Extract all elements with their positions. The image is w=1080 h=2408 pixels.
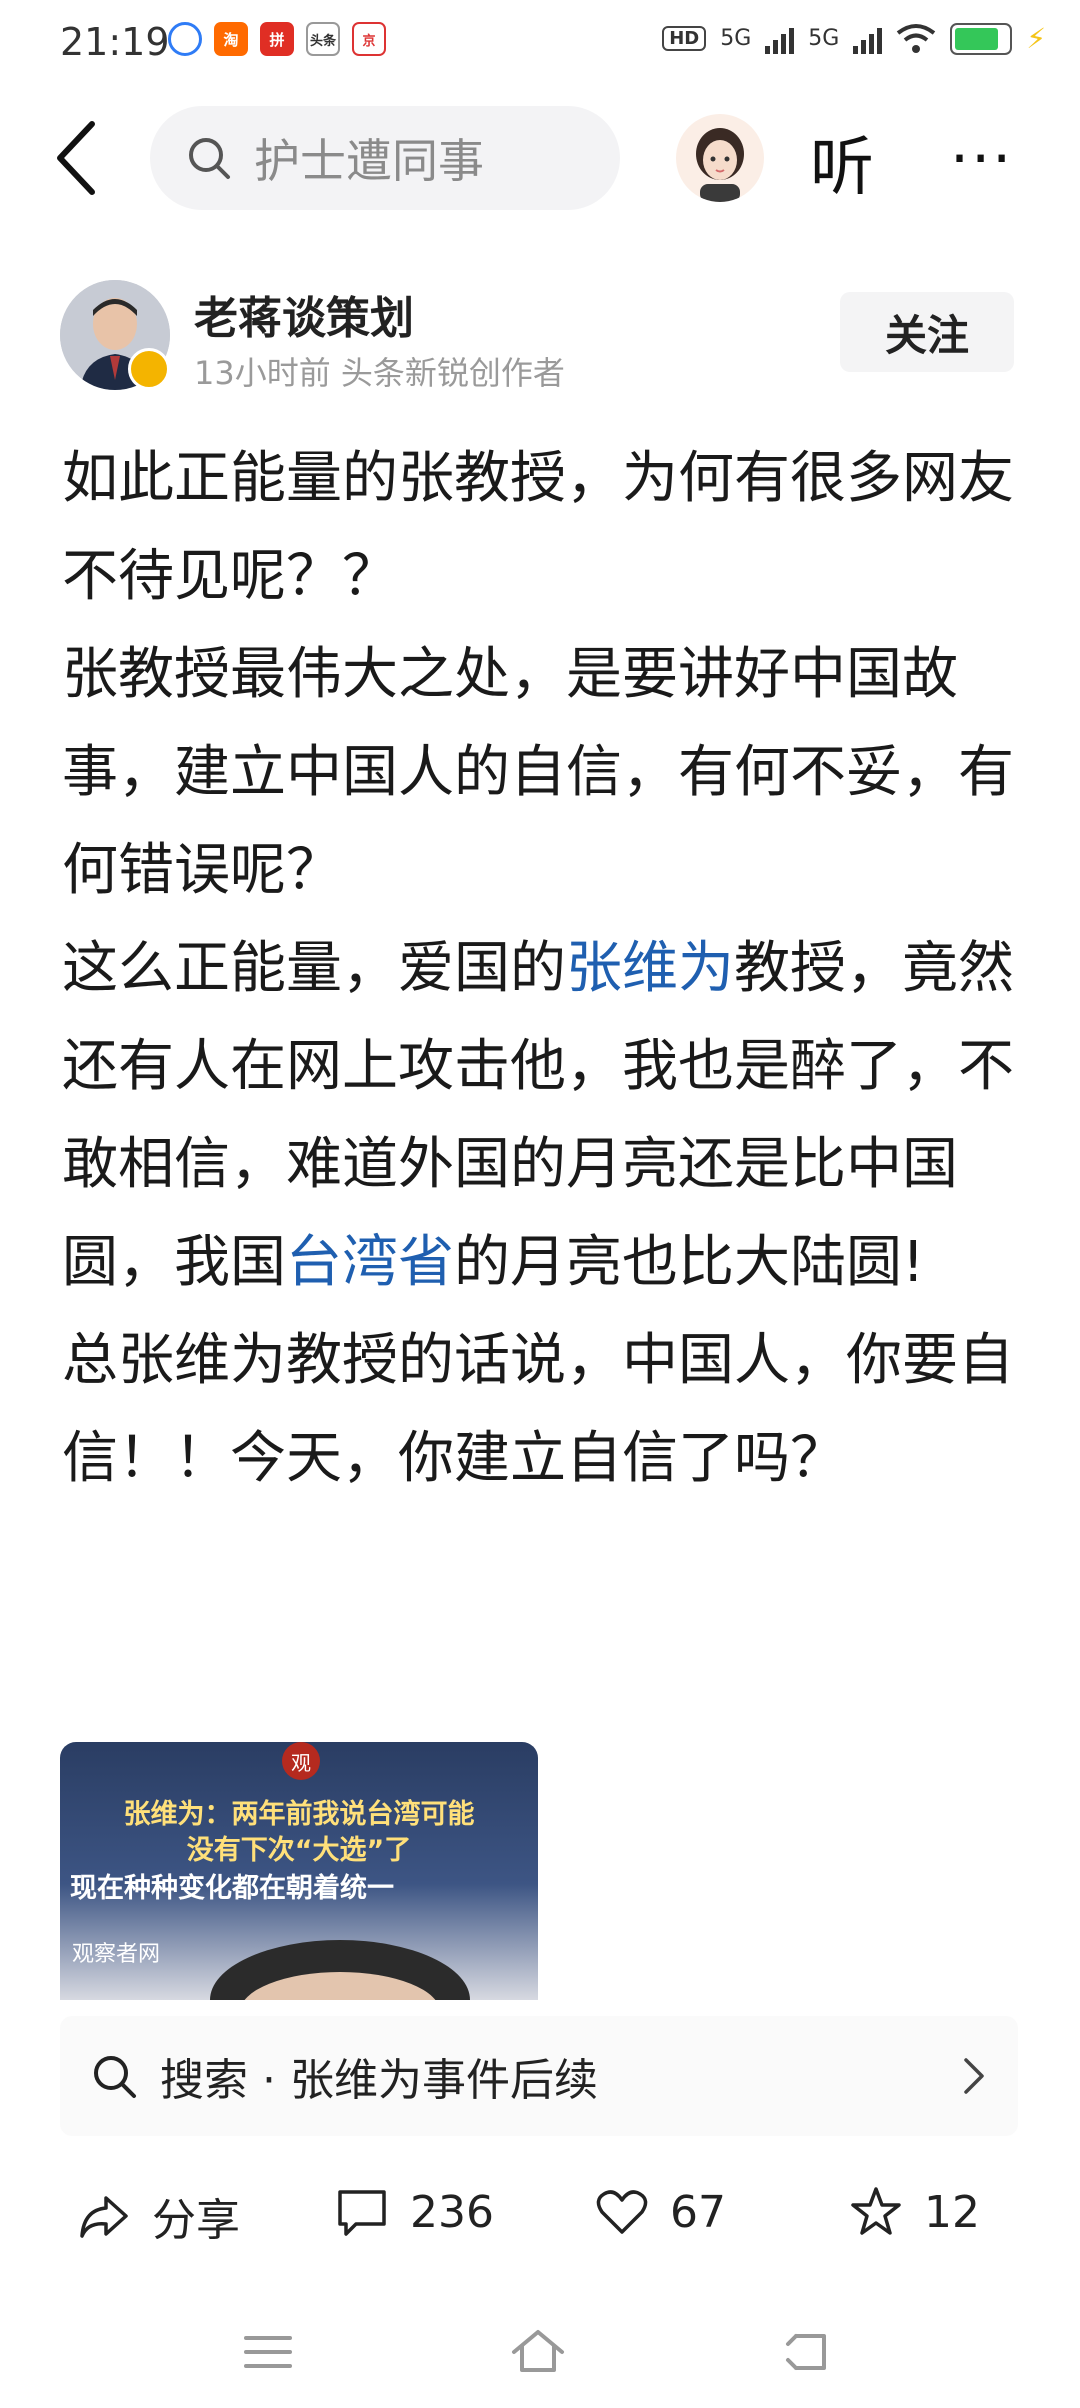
share-button[interactable]: 分享 <box>76 2184 240 2248</box>
signal-icon-2 <box>853 24 883 54</box>
share-icon <box>80 2196 128 2238</box>
comment-icon <box>338 2190 386 2236</box>
status-bar: 21:19 淘 拼 头条 京 HD 5G 5G ⚡ <box>0 0 1080 84</box>
home-icon[interactable] <box>508 2322 568 2382</box>
video-caption-line2: 没有下次“大选”了 <box>186 1835 412 1866</box>
video-source: 观察者网 <box>72 1942 161 1967</box>
net-label-1: 5G <box>720 26 752 51</box>
net-label-2: 5G <box>808 26 840 51</box>
notification-icons: 淘 拼 头条 京 <box>168 22 386 56</box>
browser-app-icon <box>168 22 202 56</box>
comment-button[interactable]: 236 <box>334 2184 494 2240</box>
star-icon <box>851 2187 901 2235</box>
back-arrow-icon <box>57 121 95 195</box>
chevron-right-icon <box>964 2058 984 2094</box>
search-icon <box>94 2056 136 2098</box>
favorite-count: 12 <box>924 2186 980 2238</box>
entity-link-zhangweiwei[interactable]: 张维为 <box>566 936 734 1001</box>
article-paragraph: 张教授最伟大之处，是要讲好中国故事，建立中国人的自信，有何不妥，有何错误呢？ <box>62 642 1014 903</box>
comment-count: 236 <box>410 2186 494 2238</box>
related-search[interactable]: 搜索 · 张维为事件后续 <box>60 2016 1018 2136</box>
favorite-button[interactable]: 12 <box>848 2184 980 2240</box>
heart-icon <box>596 2190 648 2234</box>
toutiao-app-icon: 头条 <box>306 22 340 56</box>
back-button[interactable] <box>48 118 118 198</box>
more-menu-button[interactable]: ··· <box>950 124 1013 194</box>
battery-icon <box>950 22 1013 55</box>
share-label: 分享 <box>152 2195 240 2246</box>
video-caption-line1: 张维为：两年前我说台湾可能 <box>123 1799 475 1830</box>
author-meta: 13小时前 头条新锐创作者 <box>194 354 565 392</box>
video-thumbnail[interactable]: 观 张维为：两年前我说台湾可能 没有下次“大选”了 现在种种变化都在朝着统一 观… <box>60 1742 538 2000</box>
article-paragraph: 总张维为教授的话说，中国人，你要自信！！今天，你建立自信了吗？ <box>62 1328 1014 1491</box>
verified-badge-icon <box>128 348 170 390</box>
listen-button[interactable]: 听 <box>810 116 874 208</box>
follow-button[interactable]: 关注 <box>840 292 1014 372</box>
video-caption-line3: 现在种种变化都在朝着统一 <box>70 1873 394 1904</box>
text-span: 的月亮也比大陆圆! <box>454 1230 925 1295</box>
status-indicators: HD 5G 5G ⚡ <box>662 22 1046 55</box>
like-button[interactable]: 67 <box>594 2184 726 2240</box>
article-paragraph: 如此正能量的张教授，为何有很多网友不待见呢？？ <box>62 446 1014 609</box>
action-bar: 分享 236 67 12 <box>0 2160 1080 2260</box>
text-span: 这么正能量，爱国的 <box>62 936 566 1001</box>
search-bar[interactable]: 护士遭同事 <box>150 106 620 210</box>
charging-icon: ⚡ <box>1026 22 1046 55</box>
article-body: 如此正能量的张教授，为何有很多网友不待见呢？？ 张教授最伟大之处，是要讲好中国故… <box>62 430 1022 1508</box>
guancha-logo: 观 <box>282 1742 320 1780</box>
author-row: 老蒋谈策划 13小时前 头条新锐创作者 关注 <box>0 270 1080 400</box>
search-placeholder: 护士遭同事 <box>254 134 484 188</box>
assistant-face-icon <box>696 128 744 202</box>
jd-app-icon: 京 <box>352 22 386 56</box>
author-name[interactable]: 老蒋谈策划 <box>194 282 414 346</box>
taobao-app-icon: 淘 <box>214 22 248 56</box>
related-search-text: 搜索 · 张维为事件后续 <box>160 2055 598 2106</box>
ai-assistant-avatar[interactable] <box>676 114 764 202</box>
status-time: 21:19 <box>60 20 170 64</box>
like-count: 67 <box>670 2186 726 2238</box>
pinduoduo-app-icon: 拼 <box>260 22 294 56</box>
top-nav: 护士遭同事 听 ··· <box>0 100 1080 220</box>
hd-icon: HD <box>662 26 707 51</box>
wifi-icon <box>897 23 936 53</box>
recents-menu-icon[interactable] <box>238 2322 298 2382</box>
system-nav-bar <box>0 2296 1080 2408</box>
signal-icon-1 <box>765 24 795 54</box>
article-paragraph: 这么正能量，爱国的张维为教授，竟然还有人在网上攻击他，我也是醉了，不敢相信，难道… <box>62 920 1022 1312</box>
entity-link-taiwan[interactable]: 台湾省 <box>286 1230 454 1295</box>
search-icon <box>189 138 230 179</box>
back-nav-icon[interactable] <box>778 2322 838 2382</box>
